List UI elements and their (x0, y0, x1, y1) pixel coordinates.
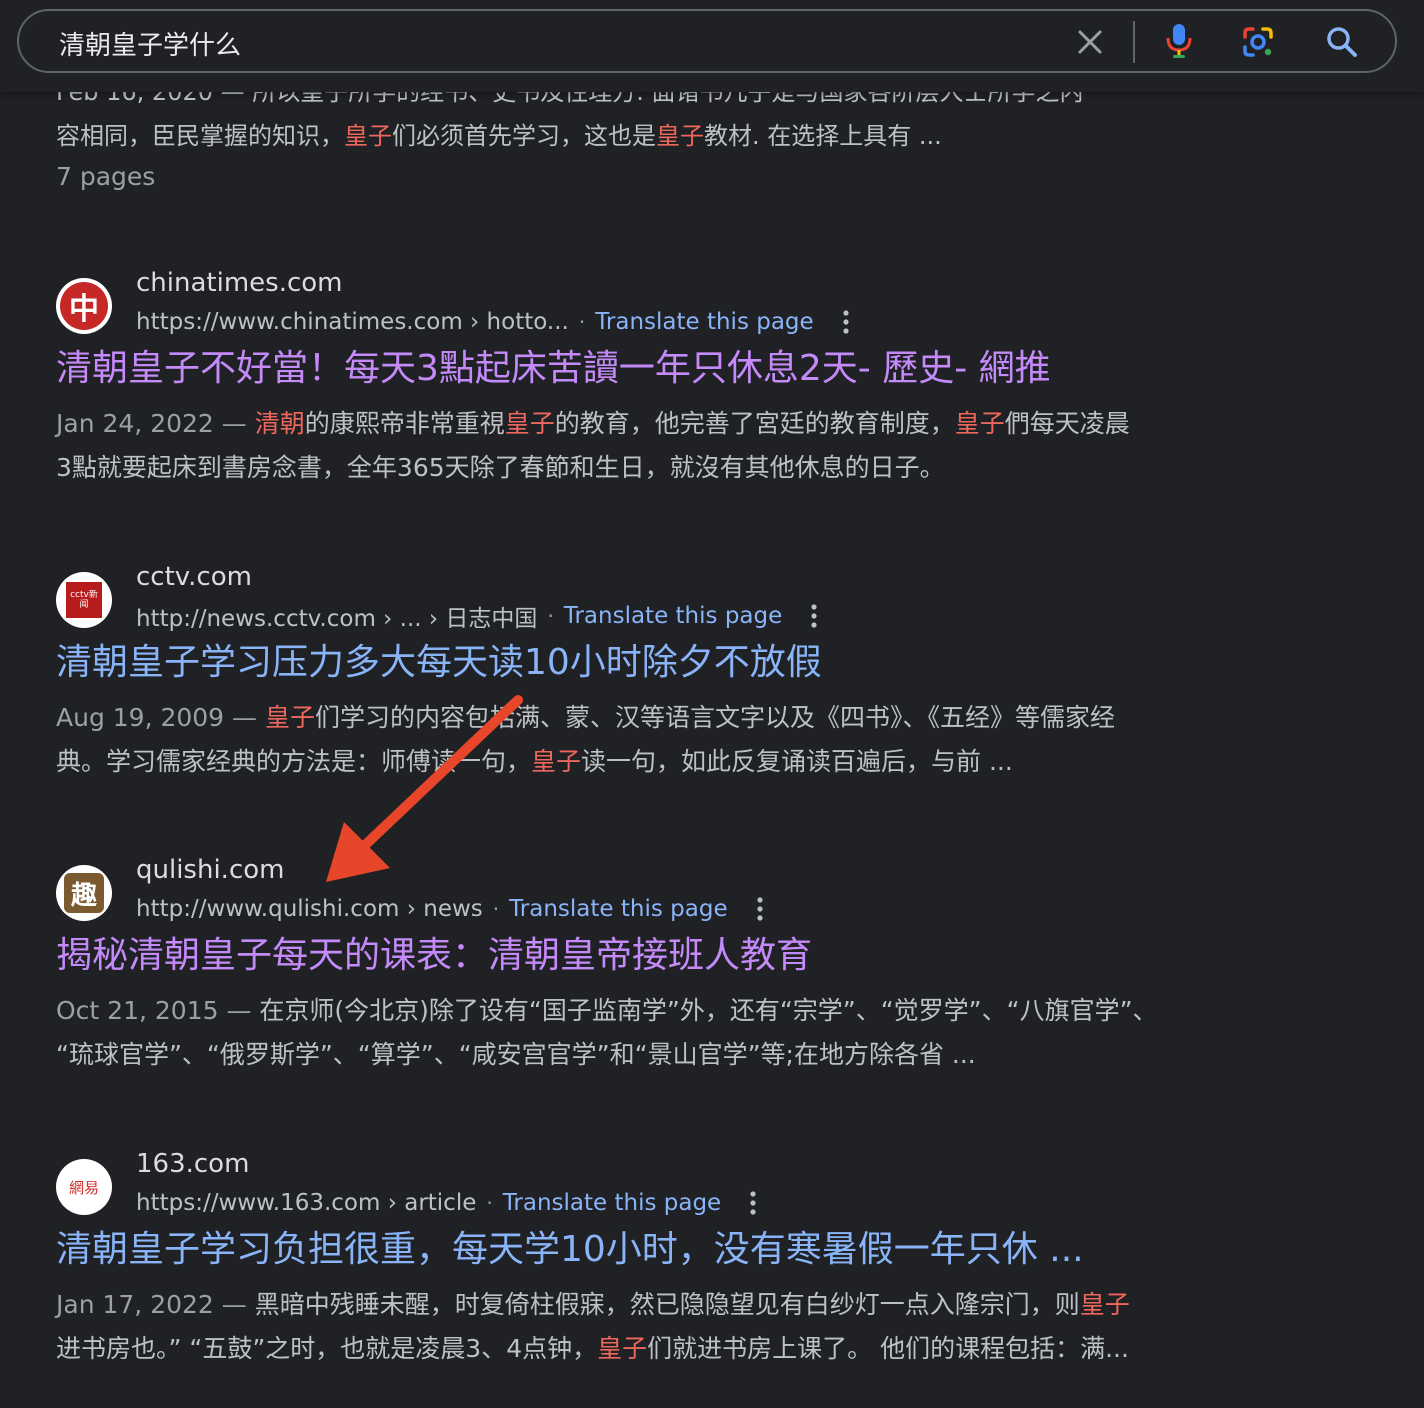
result-url[interactable]: http://news.cctv.com › ... › 日志中国 (136, 599, 537, 633)
search-divider (1133, 21, 1135, 63)
search-box[interactable]: 清朝皇子学什么 (17, 9, 1397, 73)
translate-link[interactable]: Translate this page (595, 309, 813, 335)
more-pages-link[interactable]: 7 pages (56, 162, 155, 191)
more-options-icon[interactable] (808, 602, 820, 630)
search-input[interactable]: 清朝皇子学什么 (59, 25, 241, 62)
result-date: Jan 17, 2022 — (56, 1290, 255, 1319)
site-name[interactable]: 163.com (136, 1149, 249, 1179)
site-name[interactable]: cctv.com (136, 562, 252, 592)
site-name[interactable]: qulishi.com (136, 855, 284, 885)
close-icon[interactable] (1075, 27, 1105, 57)
camera-lens-icon[interactable] (1241, 25, 1275, 59)
microphone-icon[interactable] (1165, 22, 1193, 60)
translate-link[interactable]: Translate this page (564, 603, 782, 629)
search-header: 清朝皇子学什么 (0, 0, 1424, 92)
result-title[interactable]: 揭秘清朝皇子每天的课表：清朝皇帝接班人教育 (56, 933, 812, 979)
search-icon[interactable] (1325, 25, 1359, 59)
url-breadcrumb: https://www.163.com › article · Translat… (136, 1187, 759, 1219)
snippet-line: 容相同，臣民掌握的知识，皇子们必须首先学习，这也是皇子教材. 在选择上具有 ..… (56, 122, 942, 150)
translate-link[interactable]: Translate this page (503, 1190, 721, 1216)
result-url[interactable]: https://www.chinatimes.com › hotto... (136, 309, 569, 335)
chinatimes-favicon: 中 (56, 278, 112, 334)
translate-link[interactable]: Translate this page (509, 896, 727, 922)
more-options-icon[interactable] (840, 308, 852, 336)
more-options-icon[interactable] (754, 895, 766, 923)
result-date: Jan 24, 2022 — (56, 409, 255, 438)
result-title[interactable]: 清朝皇子学习压力多大每天读10小时除夕不放假 (56, 640, 822, 686)
result-date: Oct 21, 2015 — (56, 996, 260, 1025)
qulishi-favicon: 趣 (56, 865, 112, 921)
result-snippet: Aug 19, 2009 — 皇子们学习的内容包括满、蒙、汉等语言文字以及《四书… (56, 703, 1116, 776)
result-snippet: Oct 21, 2015 — 在京师(今北京)除了设有“国子监南学”外，还有“宗… (56, 996, 1158, 1069)
cctv-favicon: cctv新闻 (56, 572, 112, 628)
result-snippet: Jan 24, 2022 — 清朝的康熙帝非常重視皇子的教育，他完善了宮廷的教育… (56, 409, 1130, 482)
highlight-term: 皇子 (344, 122, 392, 150)
url-breadcrumb: http://news.cctv.com › ... › 日志中国 · Tran… (136, 600, 820, 632)
result-url[interactable]: https://www.163.com › article (136, 1190, 476, 1216)
more-options-icon[interactable] (747, 1189, 759, 1217)
result-title[interactable]: 清朝皇子学习负担很重，每天学10小时，没有寒暑假一年只休 ... (56, 1227, 1084, 1273)
url-breadcrumb: http://www.qulishi.com › news · Translat… (136, 893, 766, 925)
result-date: Aug 19, 2009 — (56, 703, 265, 732)
url-breadcrumb: https://www.chinatimes.com › hotto... · … (136, 306, 852, 338)
netease-favicon: 網易 (56, 1159, 112, 1215)
result-title[interactable]: 清朝皇子不好當！每天3點起床苦讀一年只休息2天- 歷史- 網推 (56, 346, 1051, 392)
highlight-term: 皇子 (656, 122, 704, 150)
result-snippet: Jan 17, 2022 — 黑暗中残睡未醒，时复倚柱假寐，然已隐隐望见有白纱灯… (56, 1290, 1130, 1363)
result-url[interactable]: http://www.qulishi.com › news (136, 896, 483, 922)
site-name[interactable]: chinatimes.com (136, 268, 343, 298)
